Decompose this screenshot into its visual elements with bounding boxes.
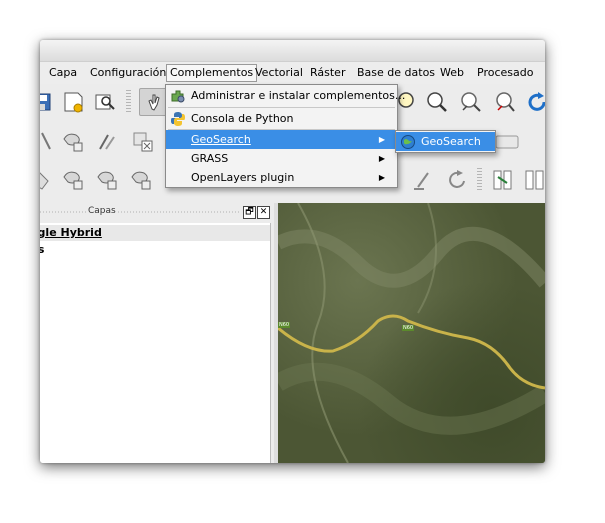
edit-node-icon[interactable] [40, 129, 56, 155]
layer-label: ogle Hybrid [40, 226, 102, 239]
menu-complementos[interactable]: Complementos [166, 64, 258, 82]
submenu-arrow-icon: ▶ [378, 135, 385, 144]
rotate-point-icon[interactable] [444, 167, 470, 193]
map-canvas[interactable]: N60 N60 [278, 203, 545, 463]
refresh-icon[interactable] [524, 89, 545, 115]
openlayers-tool-icon[interactable] [490, 167, 516, 193]
layer-item-roads[interactable]: ds [40, 242, 44, 258]
python-icon [170, 111, 186, 127]
road-label: N60 [278, 322, 291, 328]
menu-item-grass[interactable]: GRASS ▶ [166, 149, 397, 168]
plugins-menu: Administrar e instalar complementos... C… [165, 84, 405, 188]
layer-item-google-hybrid[interactable]: ogle Hybrid [40, 225, 270, 241]
layers-panel: Capas 🗗 ✕ ogle Hybrid ds [40, 203, 274, 463]
menu-procesado[interactable]: Procesado [477, 65, 533, 81]
qgis-window: Capa Configuración Complementos Vectoria… [40, 40, 545, 463]
fill-ring-icon[interactable] [128, 167, 154, 193]
zoom-selection-icon[interactable] [492, 89, 518, 115]
road-label: N60 [402, 325, 415, 331]
menu-item-geosearch[interactable]: GeoSearch ▶ [166, 130, 397, 149]
label-tool-icon[interactable] [493, 129, 519, 155]
layout-manager-icon[interactable] [92, 89, 118, 115]
submenu-arrow-icon: ▶ [378, 173, 385, 182]
menu-vectorial[interactable]: Vectorial [255, 65, 303, 81]
layer-tree: ogle Hybrid ds [40, 223, 271, 463]
delete-selected-icon[interactable] [130, 129, 156, 155]
menu-base-de-datos[interactable]: Base de datos [357, 65, 435, 81]
submenu-item-geosearch[interactable]: GeoSearch [396, 132, 495, 151]
submenu-arrow-icon: ▶ [378, 154, 385, 163]
layer-label: ds [40, 243, 45, 256]
rotate-feature-icon[interactable] [40, 167, 54, 193]
layers-panel-title: Capas [86, 206, 118, 216]
menu-raster[interactable]: Ráster [310, 65, 345, 81]
pan-map-icon[interactable] [139, 88, 167, 116]
zoom-out-icon[interactable] [424, 89, 450, 115]
menu-item-python-console[interactable]: Consola de Python [166, 109, 397, 128]
openlayers-tool-2-icon[interactable] [522, 167, 545, 193]
add-ring-icon[interactable] [60, 167, 86, 193]
save-project-icon[interactable] [40, 89, 54, 115]
zoom-layer-icon[interactable] [458, 89, 484, 115]
menu-item-openlayers-plugin[interactable]: OpenLayers plugin ▶ [166, 168, 397, 187]
satellite-imagery [278, 203, 545, 463]
menu-configuracion[interactable]: Configuración [90, 65, 166, 81]
menu-item-manage-plugins[interactable]: Administrar e instalar complementos... [166, 86, 405, 105]
title-bar [40, 40, 545, 62]
panel-grip-dots [40, 211, 240, 213]
geosearch-submenu: GeoSearch [395, 130, 496, 153]
reshape-icon[interactable] [410, 167, 436, 193]
toolbar-separator [126, 90, 131, 114]
toolbar-separator [477, 168, 482, 192]
node-tool-icon[interactable] [94, 129, 120, 155]
add-part-icon[interactable] [94, 167, 120, 193]
float-panel-button[interactable]: 🗗 [243, 206, 256, 219]
menu-bar: Capa Configuración Complementos Vectoria… [40, 62, 545, 84]
menu-capa[interactable]: Capa [49, 65, 77, 81]
layers-panel-header: Capas 🗗 ✕ [40, 205, 274, 219]
puzzle-gear-icon [170, 88, 186, 104]
globe-icon [400, 134, 416, 150]
close-panel-button[interactable]: ✕ [257, 206, 270, 219]
add-feature-icon[interactable] [60, 129, 86, 155]
menu-web[interactable]: Web [440, 65, 464, 81]
new-layout-icon[interactable] [60, 89, 86, 115]
menu-separator [168, 107, 395, 108]
